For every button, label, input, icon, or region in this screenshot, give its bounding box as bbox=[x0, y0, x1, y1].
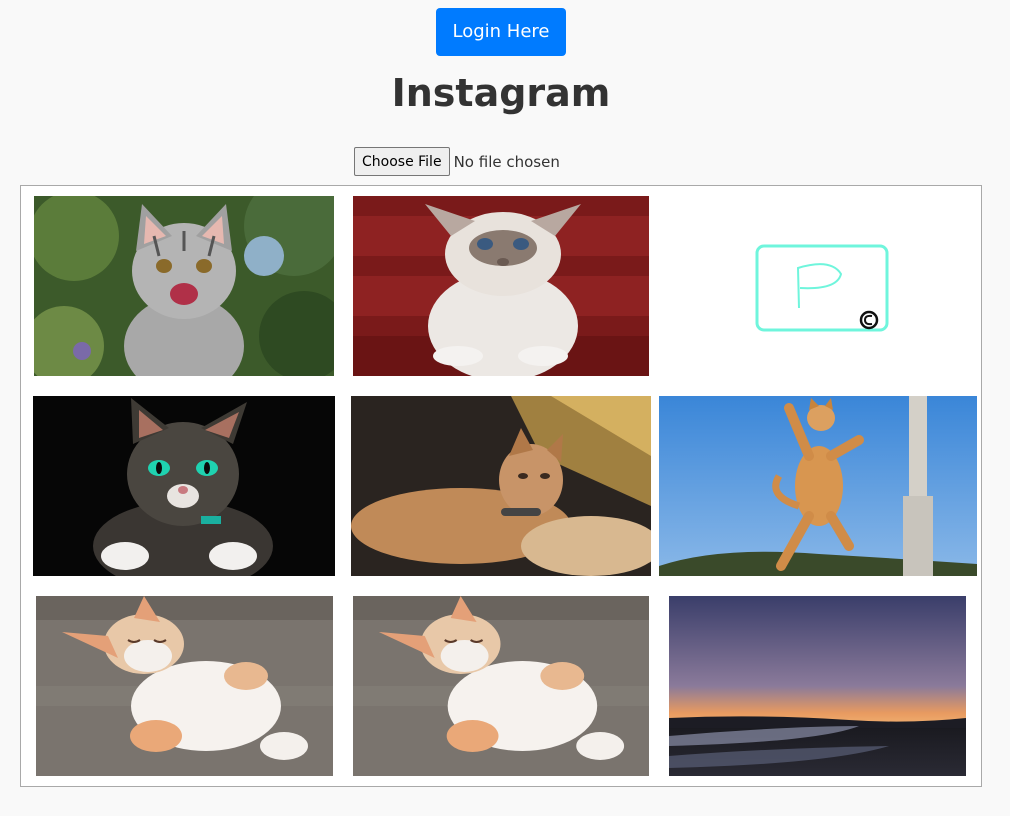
hand-drawn-logo-image bbox=[661, 196, 977, 376]
gallery-photo-3[interactable] bbox=[661, 196, 977, 376]
file-upload[interactable]: Choose File No file chosen bbox=[354, 147, 560, 176]
cats-movie-character-image bbox=[351, 396, 651, 576]
gallery-photo-5[interactable] bbox=[351, 396, 651, 576]
gallery-photo-4[interactable] bbox=[33, 396, 335, 576]
file-status-text: No file chosen bbox=[453, 152, 560, 171]
sleeping-kitten-image bbox=[353, 596, 649, 776]
green-eyed-tabby-cat-image bbox=[33, 396, 335, 576]
page-title: Instagram bbox=[391, 71, 611, 115]
gallery-photo-1[interactable] bbox=[34, 196, 334, 376]
jumping-orange-cat-image bbox=[659, 396, 977, 576]
gallery-photo-6[interactable] bbox=[659, 396, 977, 576]
laughing-tabby-kitten-image bbox=[34, 196, 334, 376]
gallery-photo-2[interactable] bbox=[353, 196, 649, 376]
login-button[interactable]: Login Here bbox=[436, 8, 566, 56]
choose-file-button[interactable]: Choose File bbox=[354, 147, 450, 176]
gallery-photo-8[interactable] bbox=[353, 596, 649, 776]
photo-gallery bbox=[20, 185, 982, 787]
gallery-photo-9[interactable] bbox=[669, 596, 966, 776]
sleeping-kitten-image bbox=[36, 596, 333, 776]
sunset-beach-image bbox=[669, 596, 966, 776]
gallery-photo-7[interactable] bbox=[36, 596, 333, 776]
grumpy-white-cat-image bbox=[353, 196, 649, 376]
